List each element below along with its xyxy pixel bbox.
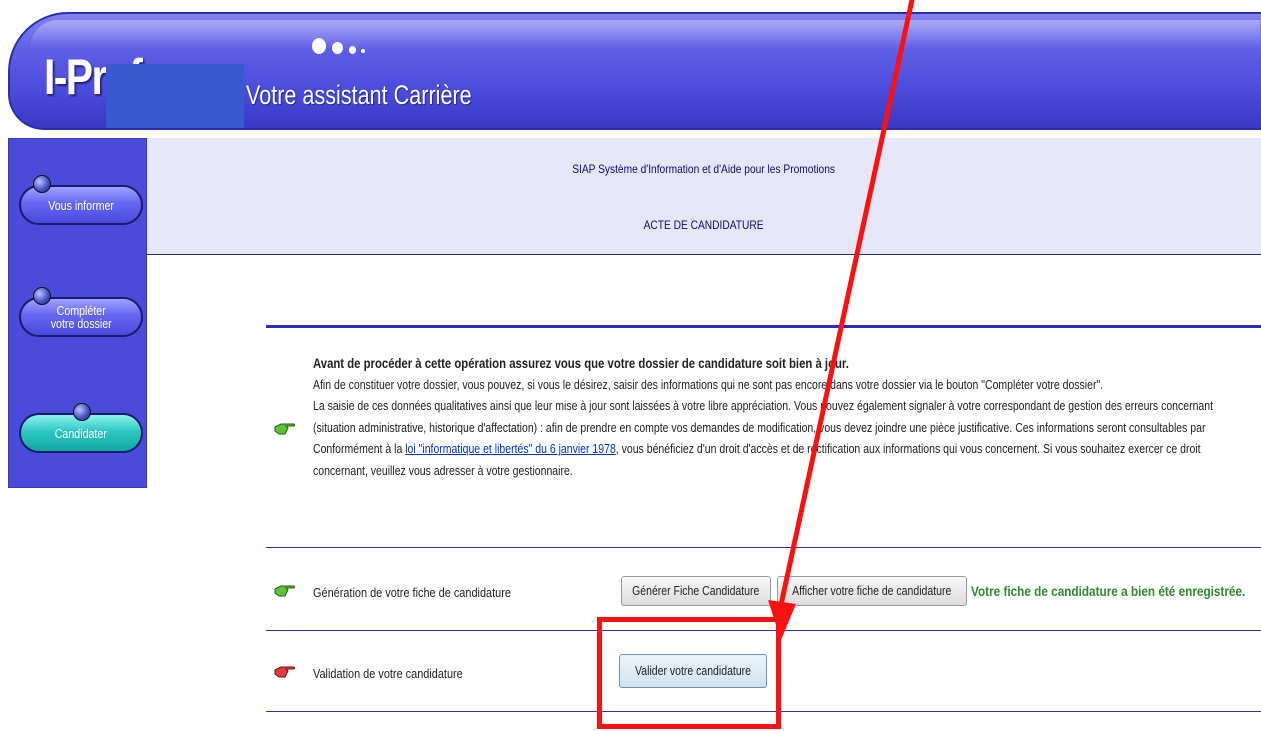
legal-suffix: , vous bénéficiez d'un droit d'accès et … xyxy=(615,442,1201,456)
divider xyxy=(266,547,1261,548)
generate-fiche-button-label: Générer Fiche Candidature xyxy=(632,584,760,598)
knob-icon xyxy=(33,175,51,193)
intro-line: concernant, veuillez vous adresser à vot… xyxy=(313,463,573,478)
app-subtitle: Votre assistant Carrière xyxy=(246,80,472,110)
page-banner: SIAP Système d'Information et d'Aide pou… xyxy=(147,138,1261,255)
annotation-highlight-box xyxy=(597,617,781,729)
sidebar-item-label: Candidater xyxy=(54,425,108,441)
generation-label: Génération de votre fiche de candidature xyxy=(313,585,511,600)
intro-heading: Avant de procéder à cette opération assu… xyxy=(313,356,849,371)
generate-fiche-button[interactable]: Générer Fiche Candidature xyxy=(621,576,771,606)
divider xyxy=(266,325,1261,328)
show-fiche-button-label: Afficher votre fiche de candidature xyxy=(792,584,952,598)
banner-subtitle: ACTE DE CANDIDATURE xyxy=(644,218,764,232)
banner-title-row: SIAP Système d'Information et d'Aide pou… xyxy=(147,162,1261,176)
status-message: Votre fiche de candidature a bien été en… xyxy=(971,583,1246,599)
sidebar-item-label-line2: votre dossier xyxy=(50,316,112,331)
app-header: I-Prof Votre assistant Carrière xyxy=(8,12,1261,130)
sidebar: Vous informer Compléter votre dossier Ca… xyxy=(8,138,147,488)
show-fiche-button[interactable]: Afficher votre fiche de candidature xyxy=(777,576,967,606)
redacted-area xyxy=(106,64,244,128)
intro-line: Afin de constituer votre dossier, vous p… xyxy=(313,377,1104,392)
intro-line: (situation administrative, historique d'… xyxy=(313,420,1206,435)
intro-text: Avant de procéder à cette opération assu… xyxy=(313,353,1261,482)
banner-subtitle-row: ACTE DE CANDIDATURE xyxy=(147,218,1261,232)
sidebar-item-label: Vous informer xyxy=(48,197,114,213)
sidebar-item-vous-informer[interactable]: Vous informer xyxy=(19,175,143,225)
banner-title: SIAP Système d'Information et d'Aide pou… xyxy=(572,162,836,176)
intro-line: La saisie de ces données qualitatives ai… xyxy=(313,399,1214,413)
pointing-hand-green-icon xyxy=(274,421,296,437)
pointing-hand-green-icon xyxy=(274,583,296,599)
pointing-hand-red-icon xyxy=(274,664,296,680)
legal-prefix: Conformément à la xyxy=(313,442,406,456)
sidebar-item-candidater[interactable]: Candidater xyxy=(19,403,143,453)
law-link[interactable]: loi "informatique et libertés" du 6 janv… xyxy=(405,442,616,456)
sidebar-item-label: Compléter votre dossier xyxy=(50,304,111,330)
knob-icon xyxy=(33,287,51,305)
knob-icon xyxy=(73,403,91,421)
header-shine xyxy=(30,20,1260,48)
sidebar-item-completer-dossier[interactable]: Compléter votre dossier xyxy=(19,287,143,337)
validation-label: Validation de votre candidature xyxy=(313,666,463,681)
intro-line-legal: Conformément à la loi "informatique et l… xyxy=(313,439,1213,461)
